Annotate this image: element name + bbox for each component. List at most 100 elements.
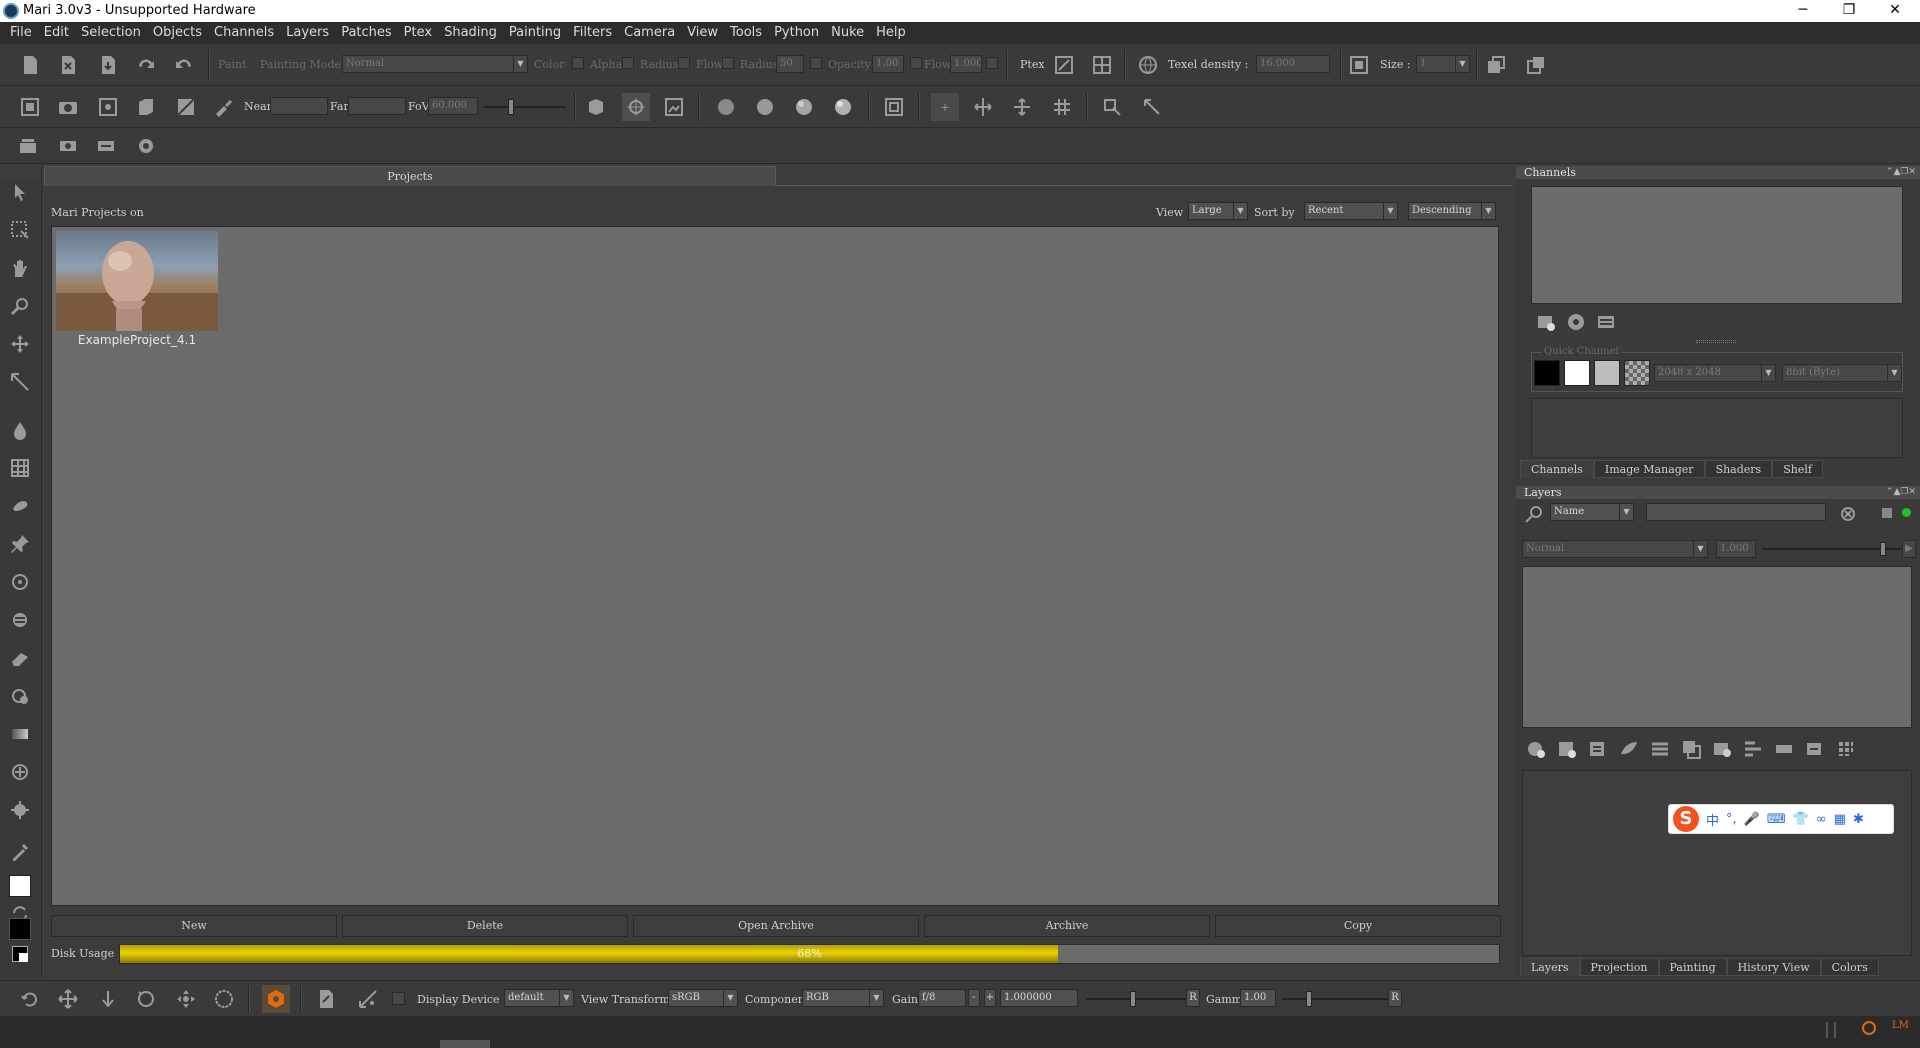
flatten-layers-icon[interactable] — [1770, 735, 1798, 763]
layer-back-icon[interactable] — [1522, 51, 1550, 79]
warp-icon[interactable] — [1138, 93, 1166, 121]
select-arrow-icon[interactable] — [6, 178, 34, 206]
reset-colors-icon[interactable] — [12, 946, 28, 962]
radius-input[interactable]: 50 — [776, 55, 804, 73]
gain-fstop-input[interactable]: f/8 — [918, 989, 966, 1007]
gain-plus-button[interactable]: + — [984, 989, 996, 1007]
tab-history-view[interactable]: History View — [1726, 958, 1821, 976]
group-layers-icon[interactable] — [1646, 735, 1674, 763]
channel-settings-icon[interactable] — [1562, 308, 1590, 336]
curve-icon[interactable] — [354, 985, 382, 1013]
ime-microphone-icon[interactable]: 🎤 — [1744, 812, 1760, 827]
merge-layers-icon[interactable] — [1708, 735, 1736, 763]
alpha-checkbox[interactable] — [622, 57, 634, 69]
delete-layer-icon[interactable] — [1801, 735, 1829, 763]
uv-grid-icon[interactable] — [94, 93, 122, 121]
sphere-flat-icon[interactable] — [712, 93, 740, 121]
ime-skin-icon[interactable]: 👕 — [1793, 812, 1809, 827]
layer-opacity-input[interactable]: 1.000 — [1716, 540, 1756, 558]
tab-colors[interactable]: Colors — [1820, 958, 1879, 976]
cube-view-icon[interactable] — [16, 93, 44, 121]
add-channel-icon[interactable] — [1532, 308, 1560, 336]
snapshot-icon[interactable] — [14, 132, 42, 160]
close-file-icon[interactable] — [54, 51, 82, 79]
opacity-lock-checkbox[interactable] — [910, 57, 922, 69]
add-layer-mask-icon[interactable] — [1615, 735, 1643, 763]
maximize-button[interactable]: ❐ — [1826, 0, 1872, 22]
ime-settings-icon[interactable]: ✱ — [1853, 812, 1864, 827]
sort-by-dropdown[interactable]: Recent ▼ — [1304, 202, 1398, 220]
menu-selection[interactable]: Selection — [75, 22, 147, 44]
near-input[interactable] — [270, 97, 328, 115]
painting-mode-dropdown[interactable]: Normal ▼ — [342, 55, 528, 73]
sogou-logo-icon[interactable]: S — [1673, 806, 1699, 832]
pin-icon[interactable] — [6, 530, 34, 558]
tab-shaders[interactable]: Shaders — [1704, 460, 1773, 478]
center-view-icon[interactable] — [172, 985, 200, 1013]
nuke-bridge-icon[interactable] — [262, 985, 290, 1013]
flow-lock-checkbox[interactable] — [986, 57, 998, 69]
globe-icon[interactable] — [1134, 51, 1162, 79]
transform-icon[interactable] — [1098, 93, 1126, 121]
project-name[interactable]: ExampleProject_4.1 — [56, 333, 218, 347]
size-dropdown[interactable]: 1 ▼ — [1416, 55, 1470, 73]
channels-list[interactable] — [1531, 186, 1903, 304]
close-button[interactable]: ✕ — [1872, 0, 1918, 22]
gain-slider-handle[interactable] — [1130, 991, 1136, 1007]
menu-camera[interactable]: Camera — [618, 22, 681, 44]
sort-order-dropdown[interactable]: Descending ▼ — [1408, 202, 1496, 220]
log-icon[interactable]: LM — [1892, 1020, 1912, 1036]
clone-stamp-icon[interactable] — [6, 568, 34, 596]
foreground-color-swatch[interactable] — [9, 875, 31, 897]
snapshot-compare-icon[interactable] — [92, 132, 120, 160]
resolution-dropdown[interactable]: 2048 x 2048 ▼ — [1654, 364, 1776, 382]
script-page-icon[interactable] — [312, 985, 340, 1013]
menu-layers[interactable]: Layers — [280, 22, 335, 44]
layers-list[interactable] — [1522, 566, 1912, 728]
tab-image-manager[interactable]: Image Manager — [1593, 460, 1705, 478]
mirror-off-icon[interactable]: + — [931, 93, 959, 121]
display-device-dropdown[interactable]: default ▼ — [504, 989, 574, 1007]
fill-icon[interactable] — [6, 758, 34, 786]
sphere-full-icon[interactable] — [829, 93, 857, 121]
opacity-input[interactable]: 1.00 — [872, 55, 904, 73]
gradient-icon[interactable] — [6, 720, 34, 748]
clear-search-icon[interactable] — [1834, 500, 1862, 528]
background-color-swatch[interactable] — [9, 918, 31, 940]
zoom-magnifier-icon[interactable] — [6, 292, 34, 320]
ime-keyboard-icon[interactable]: ⌨ — [1767, 812, 1786, 827]
menu-tools[interactable]: Tools — [724, 22, 768, 44]
gain-slider[interactable] — [1086, 998, 1186, 1000]
menu-shading[interactable]: Shading — [438, 22, 503, 44]
gain-reset-button[interactable]: R — [1186, 989, 1200, 1007]
transparent-swatch[interactable] — [1624, 360, 1650, 386]
tab-projects[interactable]: Projects — [44, 166, 776, 186]
rotate-view-icon[interactable] — [16, 985, 44, 1013]
radius-checkbox[interactable] — [678, 57, 690, 69]
panel-controls-icon[interactable]: ⌃▲❐✕ — [1886, 166, 1916, 179]
layer-expand-icon[interactable]: ▶ — [1902, 540, 1916, 558]
layer-filter-dropdown[interactable]: Name ▼ — [1550, 503, 1634, 521]
fov-input[interactable]: 60.000 — [428, 97, 478, 115]
white-swatch[interactable] — [1564, 360, 1590, 386]
color-checkbox[interactable] — [572, 57, 584, 69]
open-archive-button[interactable]: Open Archive — [633, 915, 919, 937]
snapshot-view-icon[interactable] — [54, 132, 82, 160]
search-icon[interactable] — [1520, 500, 1548, 528]
camera-icon[interactable] — [54, 93, 82, 121]
ptex-grid-icon[interactable] — [1088, 51, 1116, 79]
align-layers-icon[interactable] — [1739, 735, 1767, 763]
slow-stamp-icon[interactable] — [6, 606, 34, 634]
marquee-select-icon[interactable] — [6, 216, 34, 244]
ime-chinese-mode-icon[interactable]: 中 — [1706, 810, 1719, 829]
black-swatch[interactable] — [1534, 360, 1560, 386]
grid-paint-icon[interactable] — [6, 454, 34, 482]
size-fit-icon[interactable] — [1345, 51, 1373, 79]
blend-mode-dropdown[interactable]: Normal ▼ — [1522, 540, 1708, 558]
menu-edit[interactable]: Edit — [38, 22, 75, 44]
menu-view[interactable]: View — [681, 22, 724, 44]
eraser-icon[interactable] — [6, 644, 34, 672]
flow-checkbox[interactable] — [722, 57, 734, 69]
far-input[interactable] — [348, 97, 406, 115]
drop-blur-icon[interactable] — [6, 416, 34, 444]
